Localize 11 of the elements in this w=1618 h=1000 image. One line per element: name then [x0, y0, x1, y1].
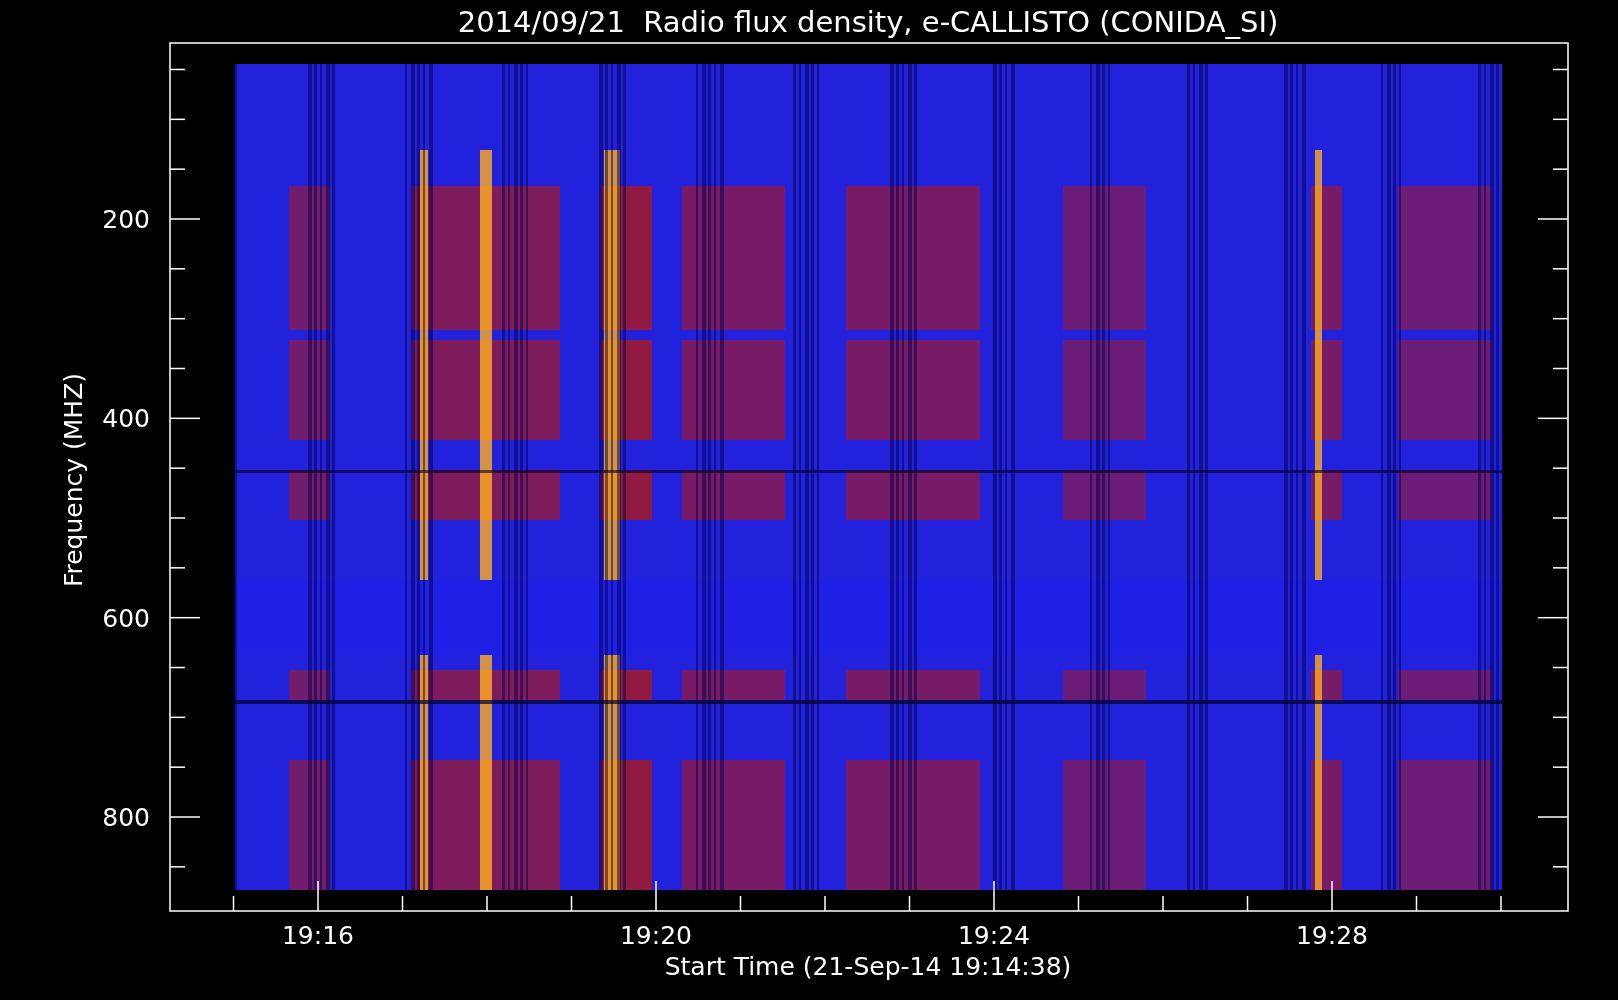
y-axis-label: Frequency (MHZ)	[59, 372, 88, 588]
y-tick-label: 400	[102, 404, 150, 434]
x-tick-label: 19:24	[958, 921, 1030, 950]
y-tick-label: 200	[102, 205, 150, 234]
x-tick-label: 19:20	[620, 921, 692, 950]
y-tick-label: 800	[102, 803, 150, 832]
chart-title: 2014/09/21 Radio flux density, e-CALLISTO (CONIDA_SI)	[457, 5, 1279, 39]
y-tick-label: 600	[102, 603, 150, 633]
x-tick-label: 19:28	[1296, 921, 1368, 950]
x-tick-label: 19:16	[282, 921, 354, 950]
x-axis-label: Start Time (21-Sep-14 19:14:38)	[664, 952, 1072, 981]
